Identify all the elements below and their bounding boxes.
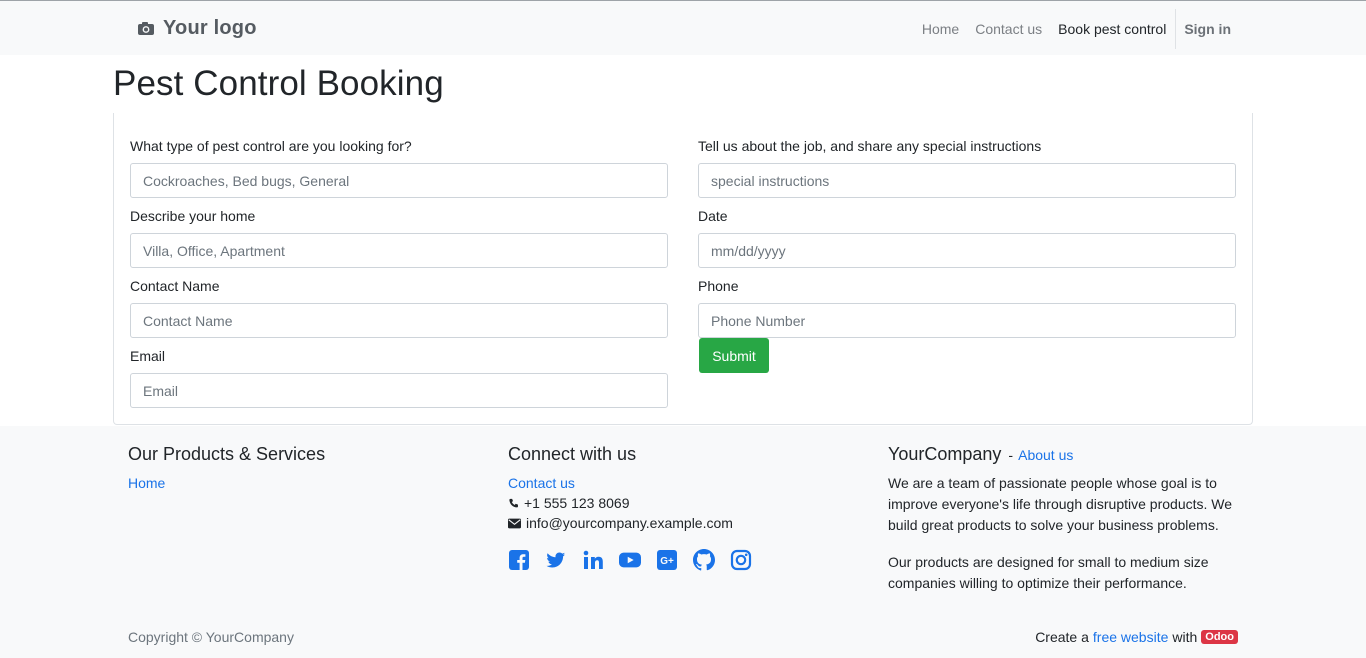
- date-input[interactable]: [698, 233, 1236, 268]
- copyright-text: Copyright © YourCompany: [128, 629, 294, 645]
- about-separator: -: [1008, 447, 1014, 463]
- phone-line: +1 555 123 8069: [508, 495, 767, 511]
- footer-connect: Connect with us Contact us +1 555 123 80…: [508, 444, 767, 571]
- home-label: Describe your home: [130, 208, 256, 224]
- facebook-icon[interactable]: [508, 549, 530, 571]
- powered-prefix: Create a: [1035, 629, 1089, 645]
- google-plus-icon[interactable]: G+: [656, 549, 678, 571]
- submit-button[interactable]: Submit: [699, 338, 769, 373]
- odoo-badge[interactable]: Odoo: [1201, 630, 1238, 644]
- powered-by: Create a free website with Odoo: [1035, 629, 1238, 645]
- footer-about: YourCompany - About us We are a team of …: [888, 444, 1248, 594]
- powered-middle: with: [1172, 629, 1198, 645]
- booking-form: What type of pest control are you lookin…: [113, 113, 1253, 425]
- social-links: G+: [508, 549, 767, 571]
- footer-products: Our Products & Services Home: [128, 444, 325, 491]
- nav-contact-us[interactable]: Contact us: [967, 21, 1050, 37]
- email-input[interactable]: [130, 373, 668, 408]
- phone-input[interactable]: [698, 303, 1236, 338]
- site-logo[interactable]: Your logo: [137, 15, 257, 41]
- free-website-link[interactable]: free website: [1093, 629, 1168, 645]
- instructions-input[interactable]: [698, 163, 1236, 198]
- date-label: Date: [698, 208, 728, 224]
- instructions-label: Tell us about the job, and share any spe…: [698, 138, 1042, 154]
- products-heading: Our Products & Services: [128, 444, 326, 464]
- pest-type-input[interactable]: [130, 163, 668, 198]
- footer-phone: +1 555 123 8069: [524, 495, 630, 511]
- page-title: Pest Control Booking: [113, 64, 444, 103]
- contact-name-input[interactable]: [130, 303, 668, 338]
- main-menu: Home Contact us Book pest control Sign i…: [914, 1, 1238, 56]
- pest-type-label: What type of pest control are you lookin…: [130, 138, 412, 154]
- email-label: Email: [130, 348, 166, 364]
- about-heading: YourCompany - About us: [888, 444, 1248, 465]
- twitter-icon[interactable]: [545, 549, 567, 571]
- footer: Our Products & Services Home Connect wit…: [0, 426, 1366, 658]
- about-us-link[interactable]: About us: [1018, 447, 1073, 463]
- camera-icon: [137, 19, 155, 37]
- instagram-icon[interactable]: [730, 549, 752, 571]
- contact-name-label: Contact Name: [130, 278, 220, 294]
- nav-book-pest-control[interactable]: Book pest control: [1050, 21, 1174, 37]
- phone-label: Phone: [698, 278, 739, 294]
- logo-text: Your logo: [163, 16, 257, 39]
- linkedin-icon[interactable]: [582, 549, 604, 571]
- nav-home[interactable]: Home: [914, 21, 967, 37]
- svg-text:G+: G+: [660, 556, 674, 567]
- footer-home-link[interactable]: Home: [128, 475, 325, 491]
- footer-contact-link[interactable]: Contact us: [508, 475, 767, 491]
- phone-icon: [509, 498, 518, 507]
- top-navbar: Your logo Home Contact us Book pest cont…: [0, 0, 1366, 55]
- email-line: info@yourcompany.example.com: [508, 515, 767, 531]
- envelope-icon: [508, 518, 521, 528]
- company-name: YourCompany: [888, 444, 1002, 464]
- about-paragraph-2: Our products are designed for small to m…: [888, 554, 1209, 591]
- connect-heading: Connect with us: [508, 444, 637, 464]
- github-icon[interactable]: [693, 549, 715, 571]
- footer-email: info@yourcompany.example.com: [526, 515, 733, 531]
- youtube-icon[interactable]: [619, 549, 641, 571]
- about-paragraph-1: We are a team of passionate people whose…: [888, 475, 1233, 533]
- sign-in-link[interactable]: Sign in: [1176, 21, 1238, 37]
- home-input[interactable]: [130, 233, 668, 268]
